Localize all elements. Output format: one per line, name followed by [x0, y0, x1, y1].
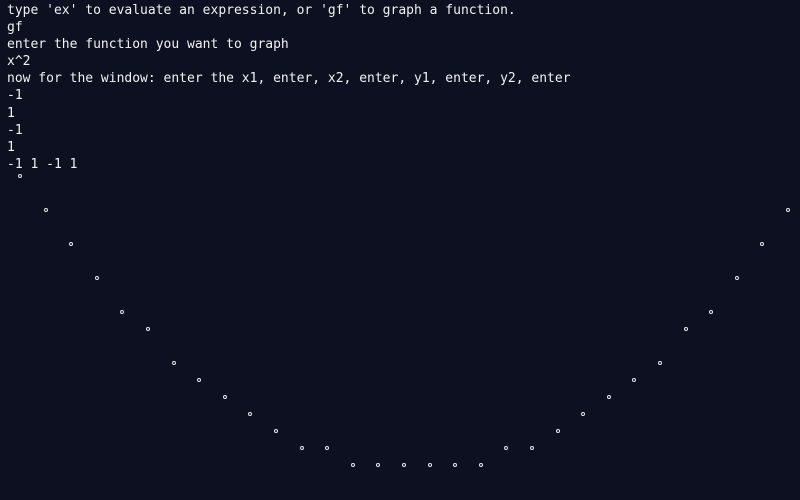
graph-point — [146, 327, 150, 331]
graph-point — [300, 446, 304, 450]
graph-point — [44, 208, 48, 212]
graph-point — [325, 446, 329, 450]
graph-point — [376, 463, 380, 467]
ascii-graph-area — [0, 0, 800, 500]
graph-point — [18, 174, 22, 178]
graph-point — [607, 395, 611, 399]
graph-point — [428, 463, 432, 467]
graph-point — [709, 310, 713, 314]
graph-point — [274, 429, 278, 433]
graph-point — [530, 446, 534, 450]
graph-point — [786, 208, 790, 212]
graph-point — [632, 378, 636, 382]
graph-point — [479, 463, 483, 467]
terminal-window[interactable]: type 'ex' to evaluate an expression, or … — [0, 0, 800, 500]
graph-point — [581, 412, 585, 416]
graph-point — [172, 361, 176, 365]
graph-point — [197, 378, 201, 382]
graph-point — [658, 361, 662, 365]
graph-point — [402, 463, 406, 467]
graph-point — [453, 463, 457, 467]
graph-point — [351, 463, 355, 467]
graph-point — [735, 276, 739, 280]
graph-point — [248, 412, 252, 416]
graph-point — [760, 242, 764, 246]
graph-point — [223, 395, 227, 399]
graph-point — [504, 446, 508, 450]
graph-point — [120, 310, 124, 314]
graph-point — [95, 276, 99, 280]
graph-point — [556, 429, 560, 433]
graph-point — [684, 327, 688, 331]
graph-point — [69, 242, 73, 246]
